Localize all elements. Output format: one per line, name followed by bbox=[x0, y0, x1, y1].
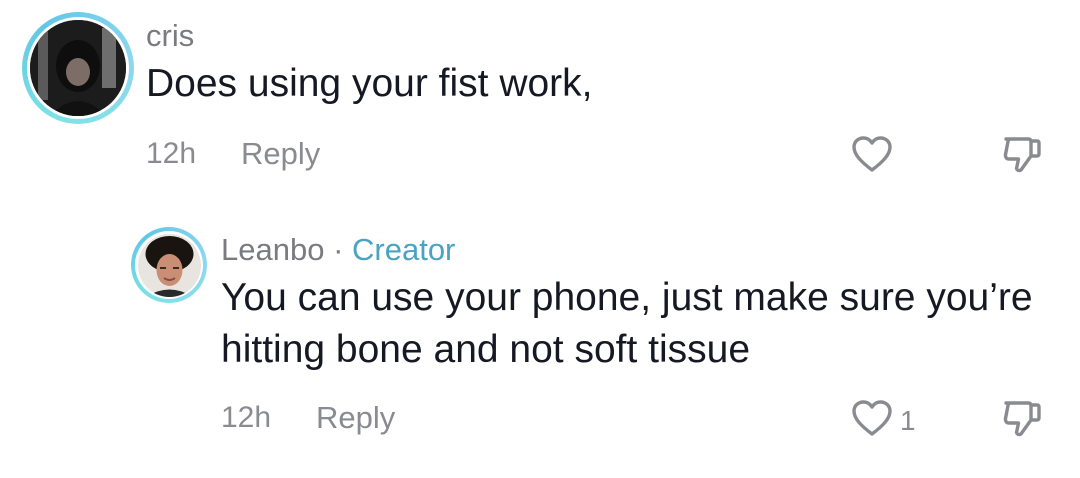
comment-leanbo: Leanbo · Creator You can use your phone,… bbox=[0, 220, 1080, 460]
avatar-ring[interactable] bbox=[22, 12, 134, 124]
thumbs-down-outline-icon bbox=[1000, 132, 1044, 181]
avatar-ring[interactable] bbox=[131, 227, 207, 303]
creator-badge: Creator bbox=[352, 232, 456, 267]
like-count: 1 bbox=[900, 404, 916, 436]
username-separator: · bbox=[324, 232, 353, 267]
thumbs-down-outline-icon bbox=[1000, 396, 1044, 445]
dislike-button[interactable] bbox=[1000, 132, 1044, 181]
avatar-cris bbox=[30, 20, 126, 116]
like-button[interactable] bbox=[850, 134, 894, 179]
comment-timestamp: 12h bbox=[221, 401, 272, 434]
comment-timestamp: 12h bbox=[146, 137, 197, 170]
comment-text: Does using your fist work, bbox=[146, 62, 593, 105]
dislike-button[interactable] bbox=[1000, 396, 1044, 445]
comment-username[interactable]: Leanbo bbox=[221, 232, 324, 267]
reply-button[interactable]: Reply bbox=[316, 400, 395, 436]
comment-username-row: Leanbo · Creator bbox=[221, 232, 455, 268]
heart-outline-icon bbox=[850, 134, 894, 179]
comment-cris: cris Does using your fist work, 12h Repl… bbox=[0, 0, 1080, 200]
like-button[interactable]: 1 bbox=[850, 398, 916, 443]
comment-username[interactable]: cris bbox=[146, 18, 194, 54]
heart-outline-icon bbox=[850, 398, 894, 443]
avatar-leanbo bbox=[137, 233, 201, 297]
comment-text: You can use your phone, just make sure y… bbox=[221, 276, 1033, 371]
reply-button[interactable]: Reply bbox=[241, 136, 320, 172]
